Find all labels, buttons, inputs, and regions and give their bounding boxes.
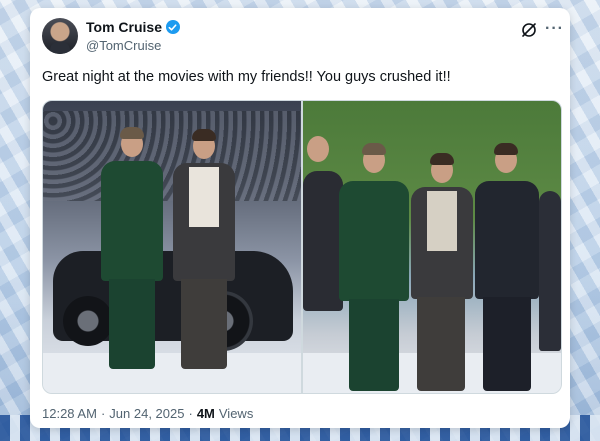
car-wheel <box>63 296 113 346</box>
author-display-name[interactable]: Tom Cruise <box>86 19 162 35</box>
more-icon[interactable]: ··· <box>545 20 564 38</box>
meta-separator: · <box>188 406 193 421</box>
tweet-time[interactable]: 12:28 AM <box>42 406 97 421</box>
media-grid <box>42 100 562 394</box>
meta-separator: · <box>100 406 106 421</box>
beige-shirt <box>427 191 457 251</box>
person-navy-suit <box>475 181 539 299</box>
person-hair <box>430 153 454 165</box>
photo-2[interactable] <box>303 101 561 393</box>
author-name-row: Tom Cruise <box>86 19 180 35</box>
avatar[interactable] <box>42 18 78 54</box>
photo-1[interactable] <box>43 101 301 393</box>
carpet-floor <box>43 353 301 393</box>
person-green-suit <box>339 181 409 301</box>
person-hair <box>120 127 144 139</box>
person-green-suit <box>101 161 163 281</box>
person-legs <box>349 299 399 391</box>
tweet-meta: 12:28 AM · Jun 24, 2025 · 4M Views <box>42 406 253 421</box>
tweet-date[interactable]: Jun 24, 2025 <box>109 406 184 421</box>
person-legs <box>483 297 531 391</box>
author-handle[interactable]: @TomCruise <box>86 38 161 53</box>
crowd-background <box>43 111 301 201</box>
person-hair <box>192 129 216 141</box>
views-count[interactable]: 4M <box>197 406 215 421</box>
person-legs <box>109 279 155 369</box>
tweet-card: Tom Cruise @TomCruise ··· Great night at… <box>30 8 570 428</box>
person-legs <box>181 279 227 369</box>
person-dark-suit <box>539 191 561 351</box>
person-hair <box>362 143 386 155</box>
verified-badge-icon <box>165 20 180 34</box>
person-legs <box>417 297 465 391</box>
white-shirt <box>189 167 219 227</box>
person-dark-suit <box>303 171 343 311</box>
views-label: Views <box>218 406 254 421</box>
tweet-text: Great night at the movies with my friend… <box>42 69 451 85</box>
person-head <box>307 136 329 162</box>
person-hair <box>494 143 518 155</box>
grok-icon[interactable] <box>520 21 538 39</box>
